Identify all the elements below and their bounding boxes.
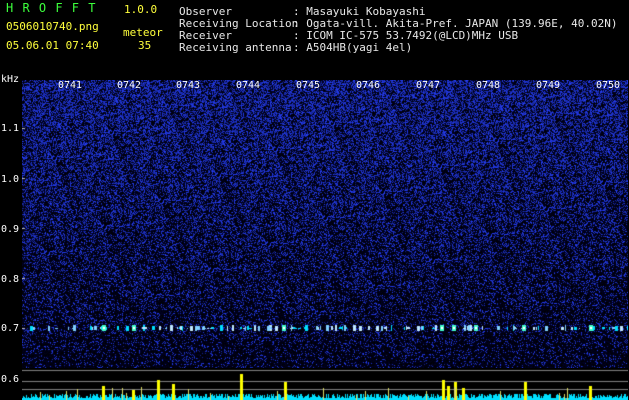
y-tick-label: 0.6 xyxy=(1,374,20,385)
y-tick-label: 1.1 xyxy=(1,123,20,134)
antenna-label: Receiving antenna xyxy=(179,41,292,54)
time-tick-label: 0748 xyxy=(475,80,501,91)
y-tick-label: 0.8 xyxy=(1,274,20,285)
file-datetime: 05.06.01 07:40 xyxy=(6,39,99,52)
spectrogram xyxy=(22,80,628,368)
y-tick-label: 0.9 xyxy=(1,224,20,235)
time-tick-label: 0747 xyxy=(415,80,441,91)
y-axis-unit: kHz xyxy=(1,74,20,85)
time-tick-label: 0750 xyxy=(595,80,621,91)
hrofft-window: H R O F F T 1.0.0 0506010740.png 05.06.0… xyxy=(0,0,629,400)
y-tick-label: 1.0 xyxy=(1,174,20,185)
antenna-value: : A504HB(yagi 4el) xyxy=(293,41,413,54)
app-version: 1.0.0 xyxy=(124,3,158,16)
app-title: H R O F F T xyxy=(6,1,97,15)
time-axis: 0741 0742 0743 0744 0745 0746 0747 0748 … xyxy=(22,80,628,92)
file-name: 0506010740.png xyxy=(6,20,99,33)
time-tick-label: 0742 xyxy=(116,80,142,91)
time-tick-label: 0745 xyxy=(295,80,321,91)
time-tick-label: 0744 xyxy=(235,80,261,91)
meteor-count: 35 xyxy=(138,39,152,52)
time-tick-label: 0749 xyxy=(535,80,561,91)
signal-trace xyxy=(22,368,628,400)
time-tick-label: 0741 xyxy=(57,80,83,91)
meteor-label: meteor xyxy=(123,26,163,39)
y-tick-label: 0.7 xyxy=(1,323,20,334)
time-tick-label: 0743 xyxy=(175,80,201,91)
time-tick-label: 0746 xyxy=(355,80,381,91)
